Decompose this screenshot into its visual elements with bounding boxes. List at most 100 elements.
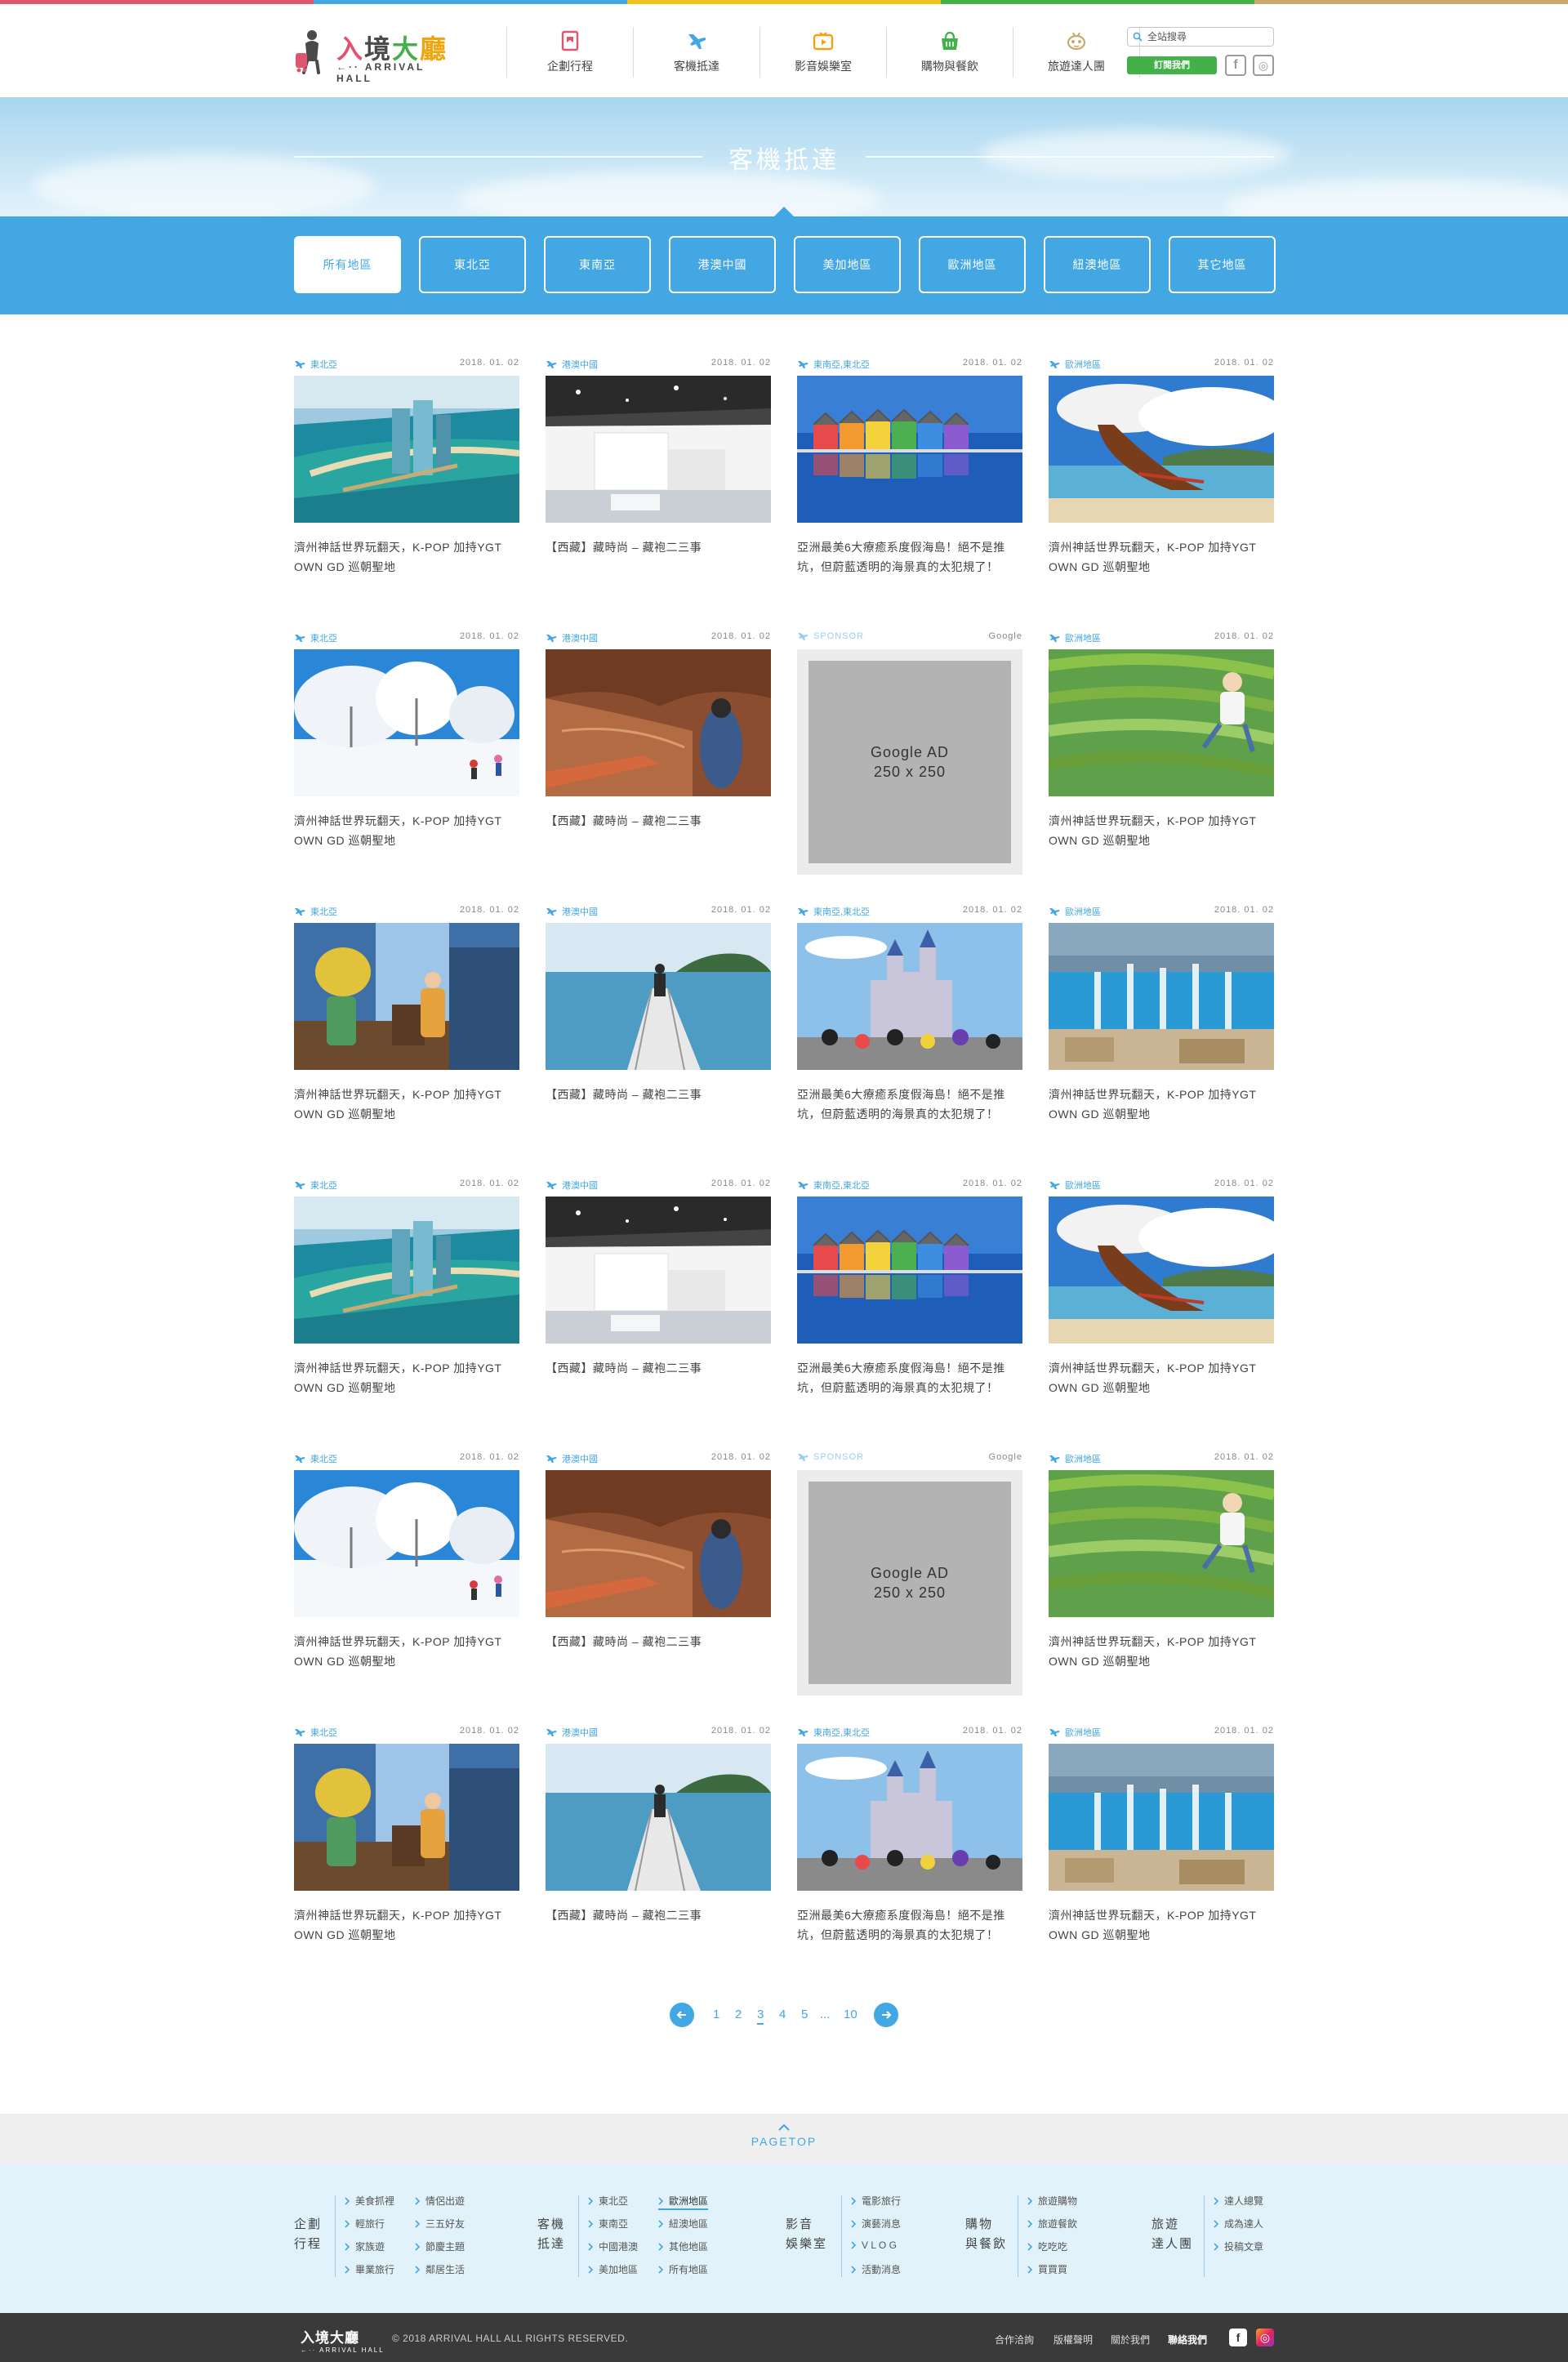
card-title[interactable]: 【西藏】藏時尚 – 藏袍二三事 bbox=[546, 537, 771, 557]
card-thumbnail[interactable] bbox=[294, 1744, 519, 1891]
card-category-link[interactable]: 港澳中國 bbox=[546, 1726, 598, 1739]
card-category-link[interactable]: 歐洲地區 bbox=[1049, 905, 1101, 918]
card-thumbnail[interactable] bbox=[294, 1197, 519, 1344]
sitemap-link[interactable]: 演藝消息 bbox=[851, 2217, 901, 2231]
sitemap-link[interactable]: 畢業旅行 bbox=[345, 2262, 394, 2276]
card-category-link[interactable]: 東北亞 bbox=[294, 1179, 337, 1192]
card-title[interactable]: 濟州神話世界玩翻天，K-POP 加持YGT OWN GD 巡朝聖地 bbox=[1049, 1905, 1274, 1945]
subscribe-button[interactable]: 訂閱我們 bbox=[1127, 56, 1217, 74]
filter-southeast-asia[interactable]: 東南亞 bbox=[544, 236, 651, 293]
card-category-link[interactable]: 歐洲地區 bbox=[1049, 358, 1101, 371]
page-link[interactable]: 5 bbox=[801, 2008, 808, 2021]
card-thumbnail[interactable] bbox=[1049, 1197, 1274, 1344]
instagram-icon[interactable]: ◎ bbox=[1253, 55, 1274, 76]
sitemap-link[interactable]: 活動消息 bbox=[851, 2262, 901, 2276]
page-link[interactable]: 4 bbox=[779, 2008, 786, 2021]
sitemap-link[interactable]: 電影旅行 bbox=[851, 2194, 901, 2208]
sitemap-link[interactable]: 買買買 bbox=[1027, 2262, 1067, 2276]
card-category-link[interactable]: SPONSOR bbox=[797, 1452, 864, 1462]
card-category-link[interactable]: 歐洲地區 bbox=[1049, 1179, 1101, 1192]
sitemap-link[interactable]: 情侶出遊 bbox=[415, 2194, 465, 2208]
sitemap-link[interactable]: 成為達人 bbox=[1214, 2217, 1263, 2231]
footer-link-contact[interactable]: 聯絡我們 bbox=[1168, 2333, 1207, 2346]
card-thumbnail[interactable] bbox=[294, 376, 519, 523]
card-title[interactable]: 濟州神話世界玩翻天，K-POP 加持YGT OWN GD 巡朝聖地 bbox=[294, 1085, 519, 1124]
card-title[interactable]: 【西藏】藏時尚 – 藏袍二三事 bbox=[546, 1085, 771, 1104]
card-title[interactable]: 【西藏】藏時尚 – 藏袍二三事 bbox=[546, 1632, 771, 1651]
card-thumbnail[interactable] bbox=[546, 923, 771, 1070]
filter-hk-macau-china[interactable]: 港澳中國 bbox=[669, 236, 776, 293]
sitemap-link[interactable]: 節慶主題 bbox=[415, 2239, 465, 2253]
card-thumbnail[interactable] bbox=[797, 376, 1022, 523]
card-thumbnail[interactable] bbox=[294, 1470, 519, 1617]
filter-other[interactable]: 其它地區 bbox=[1169, 236, 1276, 293]
sitemap-heading[interactable]: 企劃 行程 bbox=[294, 2215, 322, 2254]
card-category-link[interactable]: 港澳中國 bbox=[546, 1179, 598, 1192]
card-title[interactable]: 濟州神話世界玩翻天，K-POP 加持YGT OWN GD 巡朝聖地 bbox=[1049, 811, 1274, 850]
page-link[interactable]: 10 bbox=[844, 2008, 858, 2021]
sitemap-link[interactable]: 東北亞 bbox=[588, 2194, 628, 2208]
sitemap-link[interactable]: 紐澳地區 bbox=[658, 2217, 708, 2231]
filter-northeast-asia[interactable]: 東北亞 bbox=[419, 236, 526, 293]
sitemap-heading[interactable]: 旅遊 達人團 bbox=[1152, 2215, 1193, 2254]
sitemap-link[interactable]: 中國港澳 bbox=[588, 2239, 638, 2253]
card-category-link[interactable]: 歐洲地區 bbox=[1049, 1726, 1101, 1739]
facebook-icon[interactable]: f bbox=[1229, 2329, 1247, 2346]
page-link-current[interactable]: 3 bbox=[757, 2008, 764, 2025]
card-thumbnail[interactable] bbox=[1049, 1744, 1274, 1891]
sitemap-link[interactable]: 投稿文章 bbox=[1214, 2239, 1263, 2253]
card-thumbnail[interactable] bbox=[294, 649, 519, 796]
card-thumbnail[interactable] bbox=[294, 923, 519, 1070]
nav-item-plans[interactable]: 企劃行程 bbox=[507, 24, 633, 81]
card-category-link[interactable]: 港澳中國 bbox=[546, 358, 598, 371]
card-thumbnail[interactable] bbox=[797, 923, 1022, 1070]
card-category-link[interactable]: 東北亞 bbox=[294, 1726, 337, 1739]
card-title[interactable]: 濟州神話世界玩翻天，K-POP 加持YGT OWN GD 巡朝聖地 bbox=[294, 811, 519, 850]
card-title[interactable]: 濟州神話世界玩翻天，K-POP 加持YGT OWN GD 巡朝聖地 bbox=[294, 1358, 519, 1397]
card-title[interactable]: 濟州神話世界玩翻天，K-POP 加持YGT OWN GD 巡朝聖地 bbox=[294, 537, 519, 577]
ad-slot[interactable]: Google AD 250 x 250 bbox=[797, 1470, 1022, 1696]
card-title[interactable]: 【西藏】藏時尚 – 藏袍二三事 bbox=[546, 1358, 771, 1378]
facebook-icon[interactable]: f bbox=[1225, 55, 1246, 76]
card-title[interactable]: 亞洲最美6大療癒系度假海島！絕不是推坑，但蔚藍透明的海景真的太犯規了！ bbox=[797, 537, 1022, 577]
card-category-link[interactable]: 東北亞 bbox=[294, 631, 337, 644]
card-category-link[interactable]: 東南亞,東北亞 bbox=[797, 905, 870, 918]
card-title[interactable]: 亞洲最美6大療癒系度假海島！絕不是推坑，但蔚藍透明的海景真的太犯規了！ bbox=[797, 1085, 1022, 1124]
next-page-button[interactable] bbox=[874, 2003, 898, 2027]
nav-item-travelers[interactable]: 旅遊達人團 bbox=[1013, 24, 1139, 81]
page-link[interactable]: 1 bbox=[713, 2008, 719, 2021]
card-thumbnail[interactable] bbox=[1049, 649, 1274, 796]
card-thumbnail[interactable] bbox=[546, 1744, 771, 1891]
filter-all[interactable]: 所有地區 bbox=[294, 236, 401, 293]
sitemap-link[interactable]: 所有地區 bbox=[658, 2262, 708, 2276]
card-title[interactable]: 濟州神話世界玩翻天，K-POP 加持YGT OWN GD 巡朝聖地 bbox=[1049, 1085, 1274, 1124]
card-category-link[interactable]: 歐洲地區 bbox=[1049, 631, 1101, 644]
card-thumbnail[interactable] bbox=[546, 1197, 771, 1344]
instagram-icon[interactable]: ◎ bbox=[1256, 2329, 1274, 2346]
sitemap-link[interactable]: 歐洲地區 bbox=[658, 2194, 709, 2210]
site-logo[interactable]: 入境大廳 ←·· ARRIVAL HALL bbox=[294, 29, 457, 84]
nav-item-media[interactable]: 影音娛樂室 bbox=[760, 24, 886, 81]
card-title[interactable]: 【西藏】藏時尚 – 藏袍二三事 bbox=[546, 1905, 771, 1925]
card-thumbnail[interactable] bbox=[797, 1744, 1022, 1891]
card-title[interactable]: 濟州神話世界玩翻天，K-POP 加持YGT OWN GD 巡朝聖地 bbox=[1049, 537, 1274, 577]
sitemap-link[interactable]: 東南亞 bbox=[588, 2217, 628, 2231]
prev-page-button[interactable] bbox=[670, 2003, 694, 2027]
filter-europe[interactable]: 歐洲地區 bbox=[919, 236, 1026, 293]
card-title[interactable]: 亞洲最美6大療癒系度假海島！絕不是推坑，但蔚藍透明的海景真的太犯規了！ bbox=[797, 1358, 1022, 1397]
card-thumbnail[interactable] bbox=[546, 1470, 771, 1617]
sitemap-link[interactable]: 輕旅行 bbox=[345, 2217, 385, 2231]
sitemap-link[interactable]: 家族遊 bbox=[345, 2239, 385, 2253]
site-search[interactable] bbox=[1127, 27, 1274, 47]
card-title[interactable]: 濟州神話世界玩翻天，K-POP 加持YGT OWN GD 巡朝聖地 bbox=[1049, 1358, 1274, 1397]
card-thumbnail[interactable] bbox=[797, 1197, 1022, 1344]
nav-item-shopping[interactable]: 購物與餐飲 bbox=[887, 24, 1013, 81]
filter-oceania[interactable]: 紐澳地區 bbox=[1044, 236, 1151, 293]
card-title[interactable]: 亞洲最美6大療癒系度假海島！絕不是推坑，但蔚藍透明的海景真的太犯規了！ bbox=[797, 1905, 1022, 1945]
footer-logo[interactable]: 入境大廳 ←·· ARRIVAL HALL bbox=[301, 2326, 385, 2354]
sitemap-link[interactable]: 其他地區 bbox=[658, 2239, 708, 2253]
sitemap-heading[interactable]: 購物 與餐飲 bbox=[965, 2215, 1007, 2254]
card-category-link[interactable]: 東南亞,東北亞 bbox=[797, 1726, 870, 1739]
page-link[interactable]: 2 bbox=[735, 2008, 742, 2021]
card-title[interactable]: 【西藏】藏時尚 – 藏袍二三事 bbox=[546, 811, 771, 831]
